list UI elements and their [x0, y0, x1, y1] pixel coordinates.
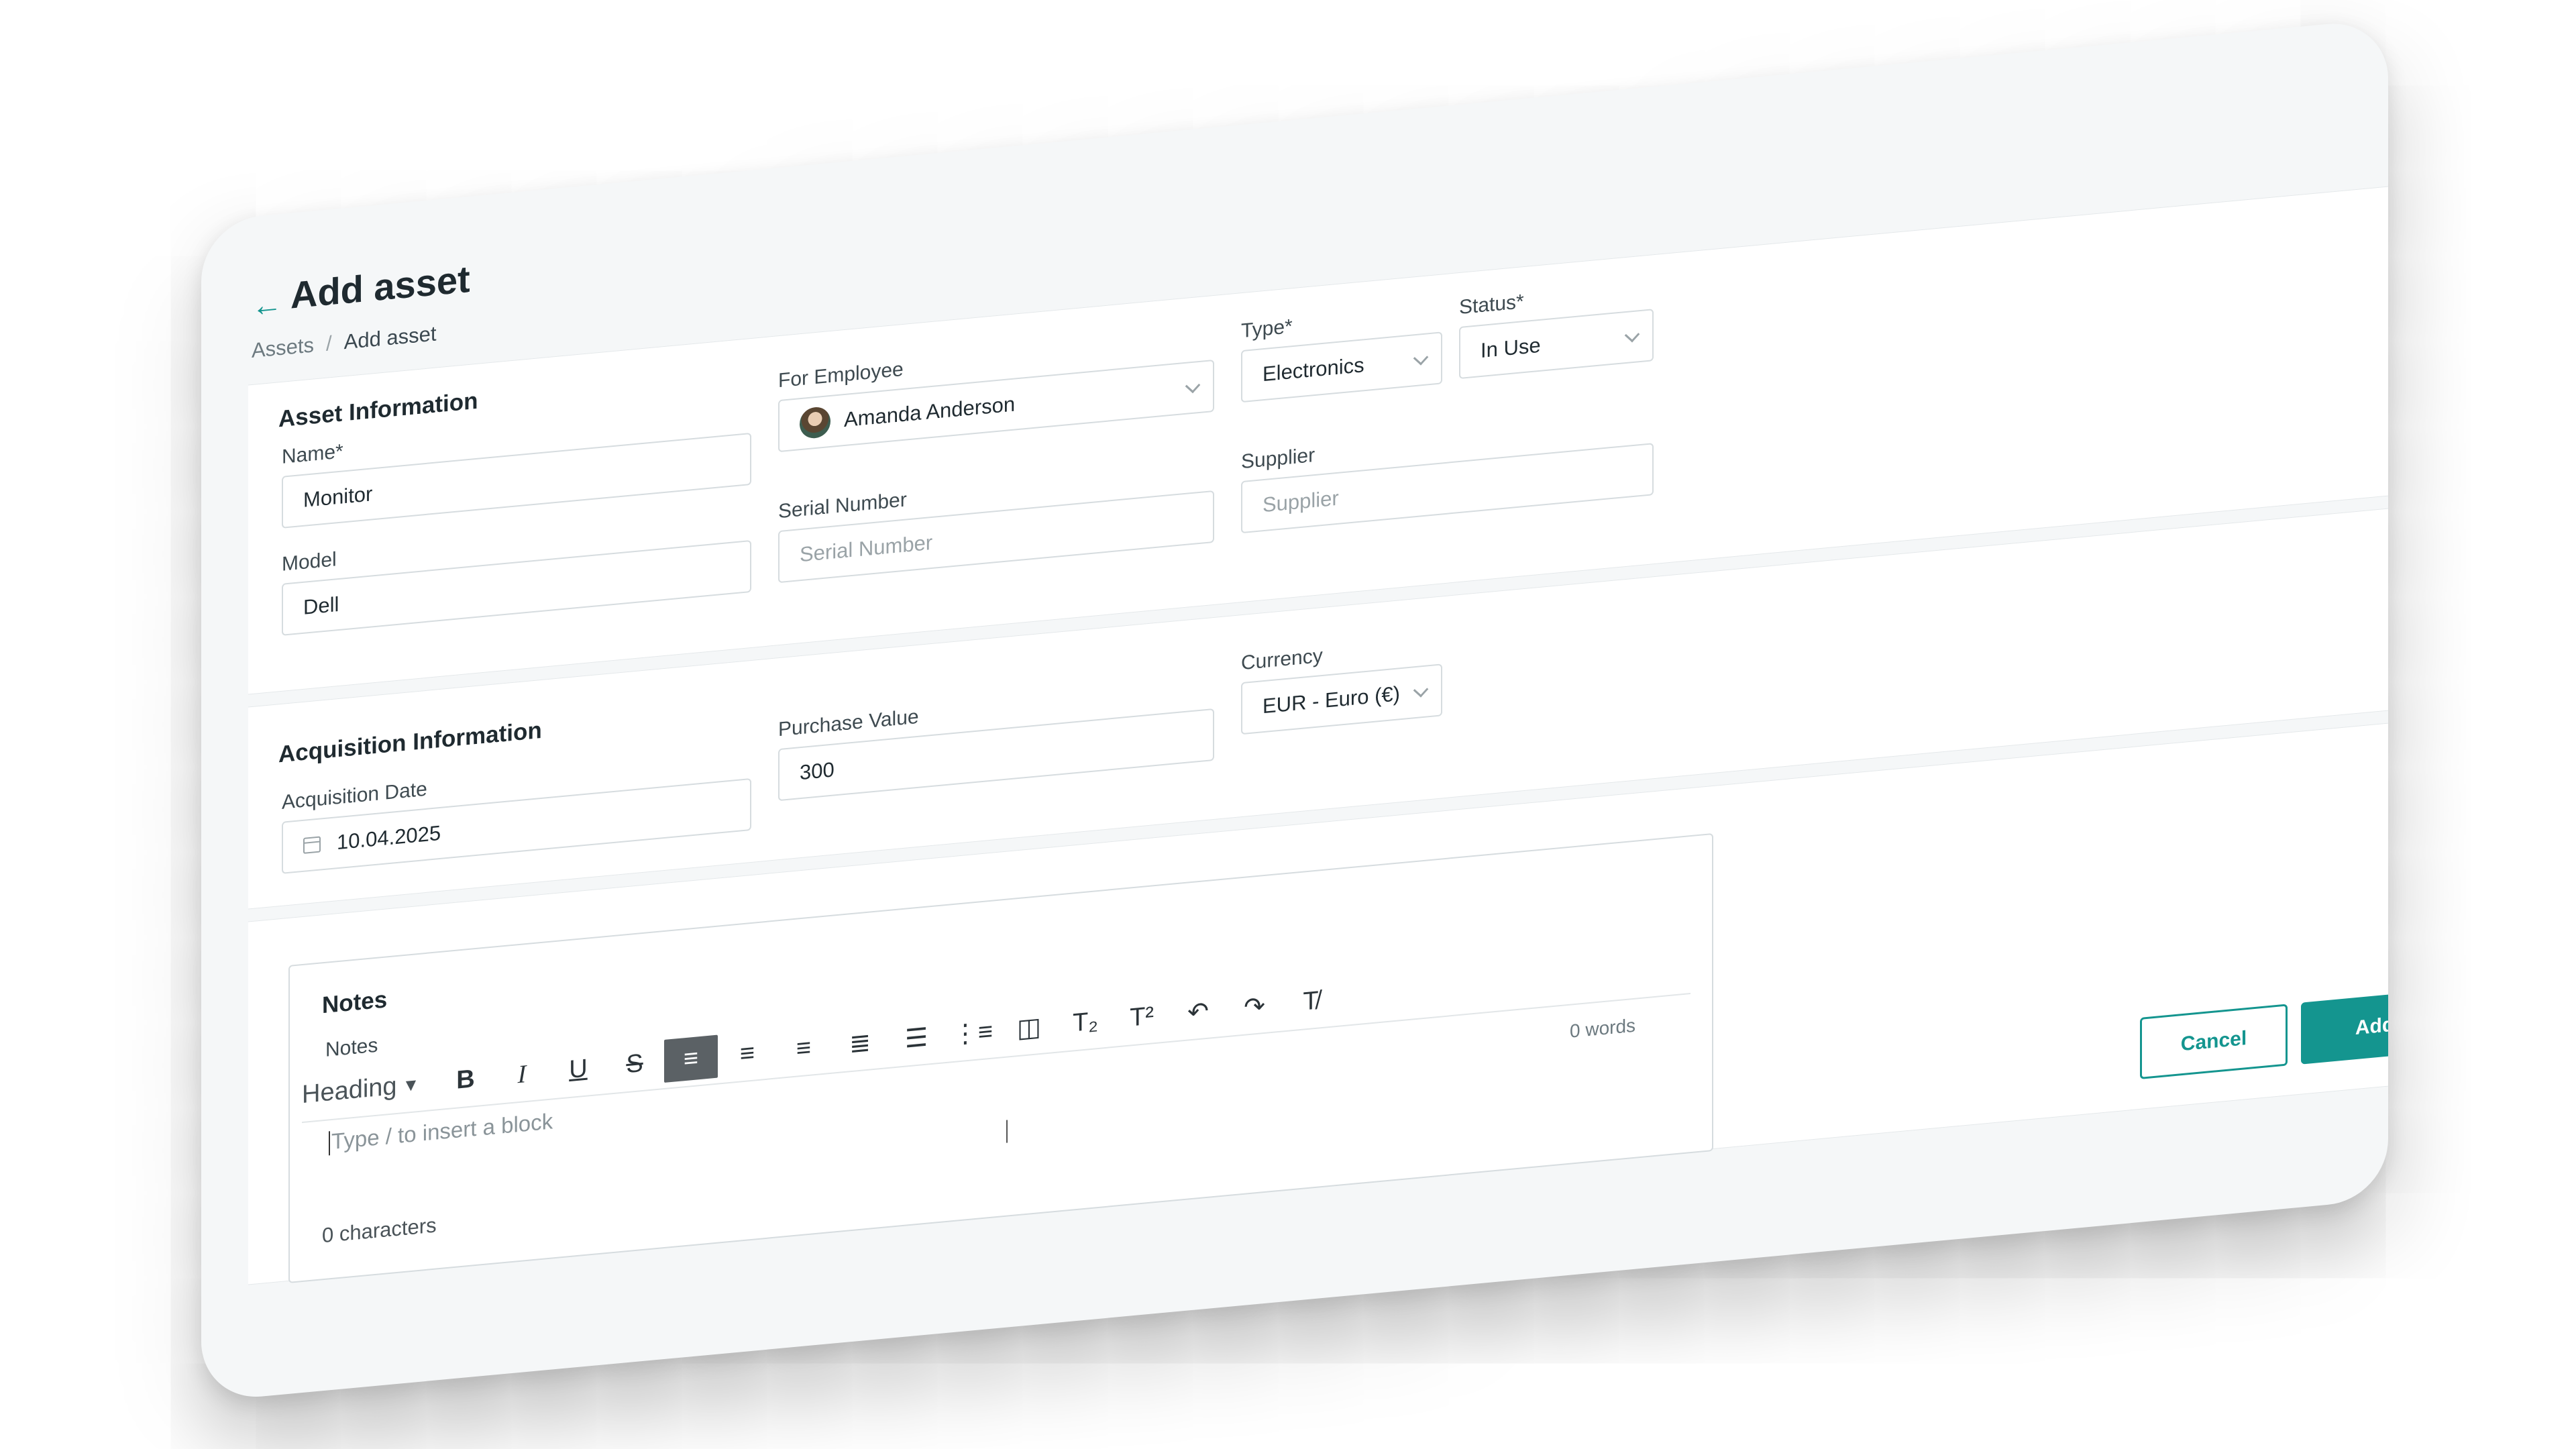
name-value: Monitor	[303, 482, 373, 512]
superscript-icon[interactable]: T²	[1115, 993, 1169, 1040]
serial-number-label: Serial Number	[778, 488, 907, 523]
undo-icon[interactable]: ↶	[1171, 987, 1225, 1035]
page-title: Add asset	[290, 257, 470, 317]
model-value: Dell	[303, 592, 339, 619]
currency-select[interactable]: EUR - Euro (€)	[1241, 663, 1442, 735]
align-center-icon[interactable]: ≡	[720, 1030, 774, 1077]
model-label: Model	[282, 548, 337, 576]
employee-avatar	[800, 405, 830, 440]
strikethrough-icon[interactable]: S	[608, 1040, 661, 1087]
resize-cursor-mark	[1006, 1120, 1008, 1143]
text-cursor	[329, 1131, 330, 1156]
align-right-icon[interactable]: ≡	[777, 1024, 830, 1072]
for-employee-label: For Employee	[778, 358, 904, 392]
heading-label: Heading	[302, 1071, 397, 1109]
chevron-down-icon	[1413, 682, 1429, 698]
numbered-list-icon[interactable]: ⋮≡	[946, 1009, 1000, 1057]
status-label: Status*	[1459, 290, 1524, 319]
acquisition-date-label: Acquisition Date	[282, 777, 427, 814]
name-label: Name*	[282, 440, 343, 468]
supplier-label: Supplier	[1241, 443, 1316, 474]
chevron-down-icon	[1185, 378, 1201, 394]
purchase-value-value: 300	[800, 757, 835, 785]
model-input[interactable]: Dell	[282, 539, 751, 636]
type-value: Electronics	[1263, 353, 1364, 386]
status-value: In Use	[1481, 333, 1541, 363]
chevron-down-icon	[1624, 327, 1640, 343]
acquisition-date-value: 10.04.2025	[337, 820, 441, 855]
align-justify-icon[interactable]: ≣	[833, 1019, 887, 1067]
supplier-placeholder: Supplier	[1263, 486, 1339, 517]
subscript-icon[interactable]: T₂	[1059, 998, 1112, 1046]
calendar-icon	[303, 836, 321, 854]
status-select[interactable]: In Use	[1459, 309, 1654, 380]
redo-icon[interactable]: ↷	[1228, 983, 1281, 1030]
notes-label: Notes	[325, 1034, 378, 1061]
back-arrow-icon[interactable]: ←	[252, 286, 282, 323]
serial-number-placeholder: Serial Number	[800, 530, 933, 567]
breadcrumb-current: Add asset	[343, 321, 437, 354]
caret-down-icon: ▼	[402, 1073, 420, 1095]
currency-label: Currency	[1241, 644, 1323, 675]
heading-dropdown[interactable]: Heading ▼	[302, 1061, 436, 1117]
asset-information-title: Asset Information	[278, 387, 478, 433]
type-label: Type*	[1241, 315, 1293, 343]
bold-icon[interactable]: B	[439, 1056, 492, 1104]
for-employee-value: Amanda Anderson	[844, 392, 1016, 432]
acquisition-information-title: Acquisition Information	[278, 716, 542, 768]
breadcrumb-assets-link[interactable]: Assets	[252, 333, 314, 362]
bullet-list-icon[interactable]: ☰	[890, 1014, 943, 1061]
underline-icon[interactable]: U	[551, 1045, 605, 1093]
clear-format-icon[interactable]: T̸	[1284, 977, 1338, 1025]
currency-value: EUR - Euro (€)	[1263, 682, 1400, 718]
align-left-icon[interactable]: ≡	[664, 1034, 718, 1083]
app-window: ← Add asset Assets / Add asset Asset Infor…	[201, 18, 2388, 1403]
breadcrumb-separator: /	[326, 331, 332, 356]
chevron-down-icon	[1413, 350, 1429, 366]
columns-icon[interactable]: ◫	[1002, 1004, 1056, 1051]
type-select[interactable]: Electronics	[1241, 331, 1442, 403]
name-input[interactable]: Monitor	[282, 432, 751, 529]
purchase-value-label: Purchase Value	[778, 705, 919, 741]
breadcrumb: Assets / Add asset	[252, 321, 437, 363]
italic-icon[interactable]: I	[495, 1051, 549, 1098]
